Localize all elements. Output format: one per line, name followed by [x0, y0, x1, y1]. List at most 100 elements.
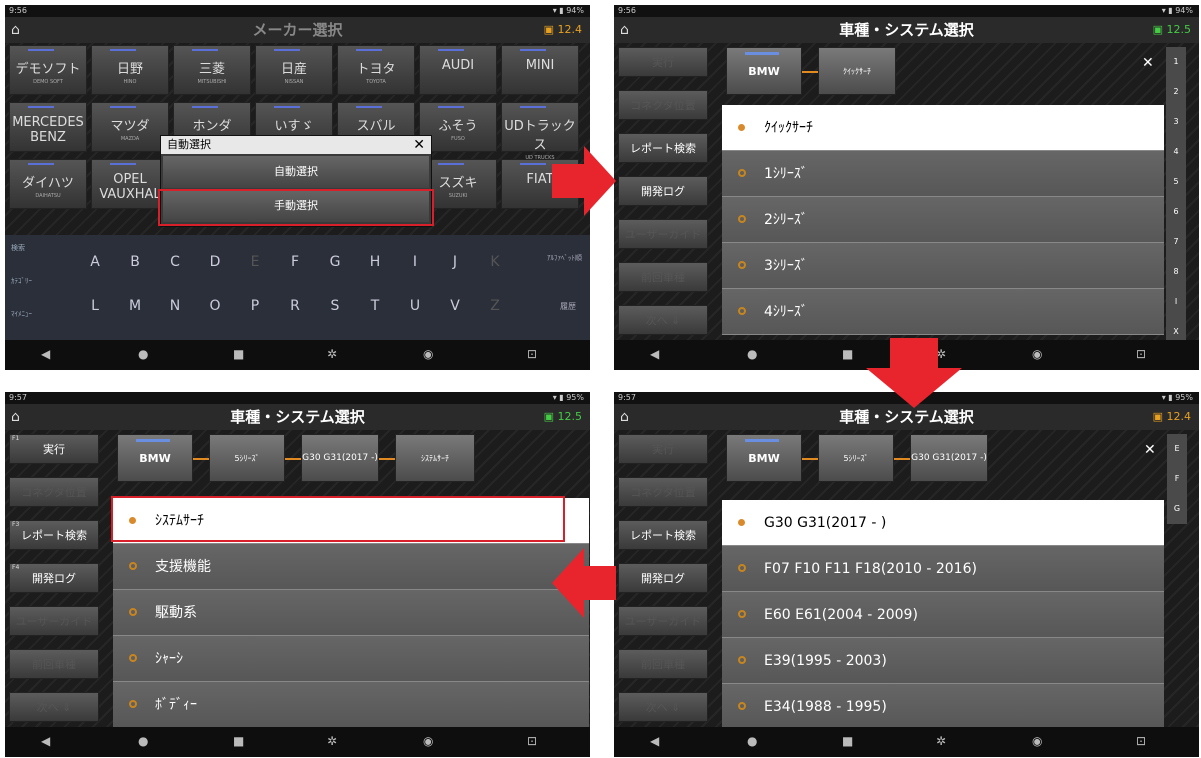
- index-scroller[interactable]: 12345678IX: [1166, 47, 1186, 342]
- side-button[interactable]: ユーザーガイド: [618, 219, 708, 249]
- index-letter[interactable]: 6: [1166, 197, 1186, 227]
- side-button[interactable]: 実行: [618, 47, 708, 77]
- index-letter[interactable]: 1: [1166, 47, 1186, 77]
- list-item[interactable]: E34(1988 - 1995): [722, 684, 1164, 730]
- browser-icon[interactable]: ◉: [423, 347, 433, 361]
- back-icon[interactable]: ◀: [41, 734, 50, 748]
- index-letter[interactable]: G: [1167, 494, 1187, 524]
- keyboard-side-item[interactable]: ｶﾃｺﾞﾘｰ: [11, 276, 32, 286]
- screenshot-icon[interactable]: ⊡: [527, 347, 537, 361]
- home-nav-icon[interactable]: ●: [747, 734, 757, 748]
- key-z[interactable]: Z: [477, 289, 513, 323]
- list-item[interactable]: 駆動系: [113, 590, 589, 636]
- crumb-bmw[interactable]: BMW: [117, 434, 193, 482]
- side-button[interactable]: レポート検索: [618, 520, 708, 550]
- side-button[interactable]: コネクタ位置: [9, 477, 99, 507]
- settings-icon[interactable]: ✲: [936, 734, 946, 748]
- browser-icon[interactable]: ◉: [1032, 347, 1042, 361]
- side-button[interactable]: コネクタ位置: [618, 90, 708, 120]
- crumb-bmw[interactable]: BMW: [726, 434, 802, 482]
- list-item[interactable]: ｸｲｯｸｻｰﾁ: [722, 105, 1164, 151]
- list-item[interactable]: E60 E61(2004 - 2009): [722, 592, 1164, 638]
- side-button[interactable]: 実行: [618, 434, 708, 464]
- index-letter[interactable]: 5: [1166, 167, 1186, 197]
- side-button[interactable]: 前回車種: [9, 649, 99, 679]
- list-item[interactable]: 3ｼﾘｰｽﾞ: [722, 243, 1164, 289]
- key-v[interactable]: V: [437, 289, 473, 323]
- crumb-series[interactable]: 5ｼﾘｰｽﾞ: [818, 434, 894, 482]
- index-letter[interactable]: 8: [1166, 257, 1186, 287]
- index-letter[interactable]: F: [1167, 464, 1187, 494]
- browser-icon[interactable]: ◉: [1032, 734, 1042, 748]
- recents-icon[interactable]: ■: [233, 734, 244, 748]
- list-item[interactable]: F07 F10 F11 F18(2010 - 2016): [722, 546, 1164, 592]
- key-p[interactable]: P: [237, 289, 273, 323]
- home-icon[interactable]: ⌂: [11, 404, 20, 430]
- list-item[interactable]: 2ｼﾘｰｽﾞ: [722, 197, 1164, 243]
- recents-icon[interactable]: ■: [842, 734, 853, 748]
- crumb-system-search[interactable]: ｼｽﾃﾑｻｰﾁ: [395, 434, 475, 482]
- key-f[interactable]: F: [277, 245, 313, 279]
- key-o[interactable]: O: [197, 289, 233, 323]
- maker-button[interactable]: MINI: [501, 45, 579, 95]
- home-nav-icon[interactable]: ●: [138, 734, 148, 748]
- key-j[interactable]: J: [437, 245, 473, 279]
- home-icon[interactable]: ⌂: [620, 17, 629, 43]
- side-button[interactable]: ユーザーガイド: [618, 606, 708, 636]
- key-h[interactable]: H: [357, 245, 393, 279]
- index-letter[interactable]: I: [1166, 287, 1186, 317]
- list-item[interactable]: 1ｼﾘｰｽﾞ: [722, 151, 1164, 197]
- key-c[interactable]: C: [157, 245, 193, 279]
- crumb-model[interactable]: G30 G31(2017 -): [910, 434, 988, 482]
- home-nav-icon[interactable]: ●: [138, 347, 148, 361]
- home-icon[interactable]: ⌂: [620, 404, 629, 430]
- list-item[interactable]: 支援機能: [113, 544, 589, 590]
- close-icon[interactable]: ✕: [1144, 442, 1156, 458]
- side-button[interactable]: 前回車種: [618, 262, 708, 292]
- side-button[interactable]: 次へ ⇓: [618, 305, 708, 335]
- side-button[interactable]: コネクタ位置: [618, 477, 708, 507]
- settings-icon[interactable]: ✲: [327, 347, 337, 361]
- side-button[interactable]: 前回車種: [618, 649, 708, 679]
- auto-select-button[interactable]: 自動選択: [163, 156, 429, 188]
- key-e[interactable]: E: [237, 245, 273, 279]
- browser-icon[interactable]: ◉: [423, 734, 433, 748]
- side-button[interactable]: 開発ログ: [618, 563, 708, 593]
- home-icon[interactable]: ⌂: [11, 17, 20, 43]
- key-b[interactable]: B: [117, 245, 153, 279]
- index-letter[interactable]: 4: [1166, 137, 1186, 167]
- key-m[interactable]: M: [117, 289, 153, 323]
- crumb-bmw[interactable]: BMW: [726, 47, 802, 95]
- recents-icon[interactable]: ■: [233, 347, 244, 361]
- maker-button[interactable]: トヨタ TOYOTA: [337, 45, 415, 95]
- close-icon[interactable]: ✕: [1142, 55, 1154, 71]
- maker-button[interactable]: AUDI: [419, 45, 497, 95]
- screenshot-icon[interactable]: ⊡: [1136, 734, 1146, 748]
- back-icon[interactable]: ◀: [41, 347, 50, 361]
- maker-button[interactable]: 日産 NISSAN: [255, 45, 333, 95]
- side-button[interactable]: 次へ ⇓: [9, 692, 99, 722]
- key-i[interactable]: I: [397, 245, 433, 279]
- list-item[interactable]: ｼｬｰｼ: [113, 636, 589, 682]
- key-u[interactable]: U: [397, 289, 433, 323]
- screenshot-icon[interactable]: ⊡: [527, 734, 537, 748]
- side-button[interactable]: レポート検索: [618, 133, 708, 163]
- screenshot-icon[interactable]: ⊡: [1136, 347, 1146, 361]
- recents-icon[interactable]: ■: [842, 347, 853, 361]
- list-item[interactable]: G30 G31(2017 - ): [722, 500, 1164, 546]
- maker-button[interactable]: デモソフト DEMO SOFT: [9, 45, 87, 95]
- back-icon[interactable]: ◀: [650, 734, 659, 748]
- index-letter[interactable]: 3: [1166, 107, 1186, 137]
- key-n[interactable]: N: [157, 289, 193, 323]
- crumb-quick-search[interactable]: ｸｲｯｸｻｰﾁ: [818, 47, 896, 95]
- index-letter[interactable]: 2: [1166, 77, 1186, 107]
- key-k[interactable]: K: [477, 245, 513, 279]
- back-icon[interactable]: ◀: [650, 347, 659, 361]
- crumb-model[interactable]: G30 G31(2017 -): [301, 434, 379, 482]
- index-scroller[interactable]: EFG: [1167, 434, 1187, 524]
- crumb-series[interactable]: 5ｼﾘｰｽﾞ: [209, 434, 285, 482]
- key-a[interactable]: A: [77, 245, 113, 279]
- key-s[interactable]: S: [317, 289, 353, 323]
- side-button[interactable]: F3 レポート検索: [9, 520, 99, 550]
- index-letter[interactable]: 7: [1166, 227, 1186, 257]
